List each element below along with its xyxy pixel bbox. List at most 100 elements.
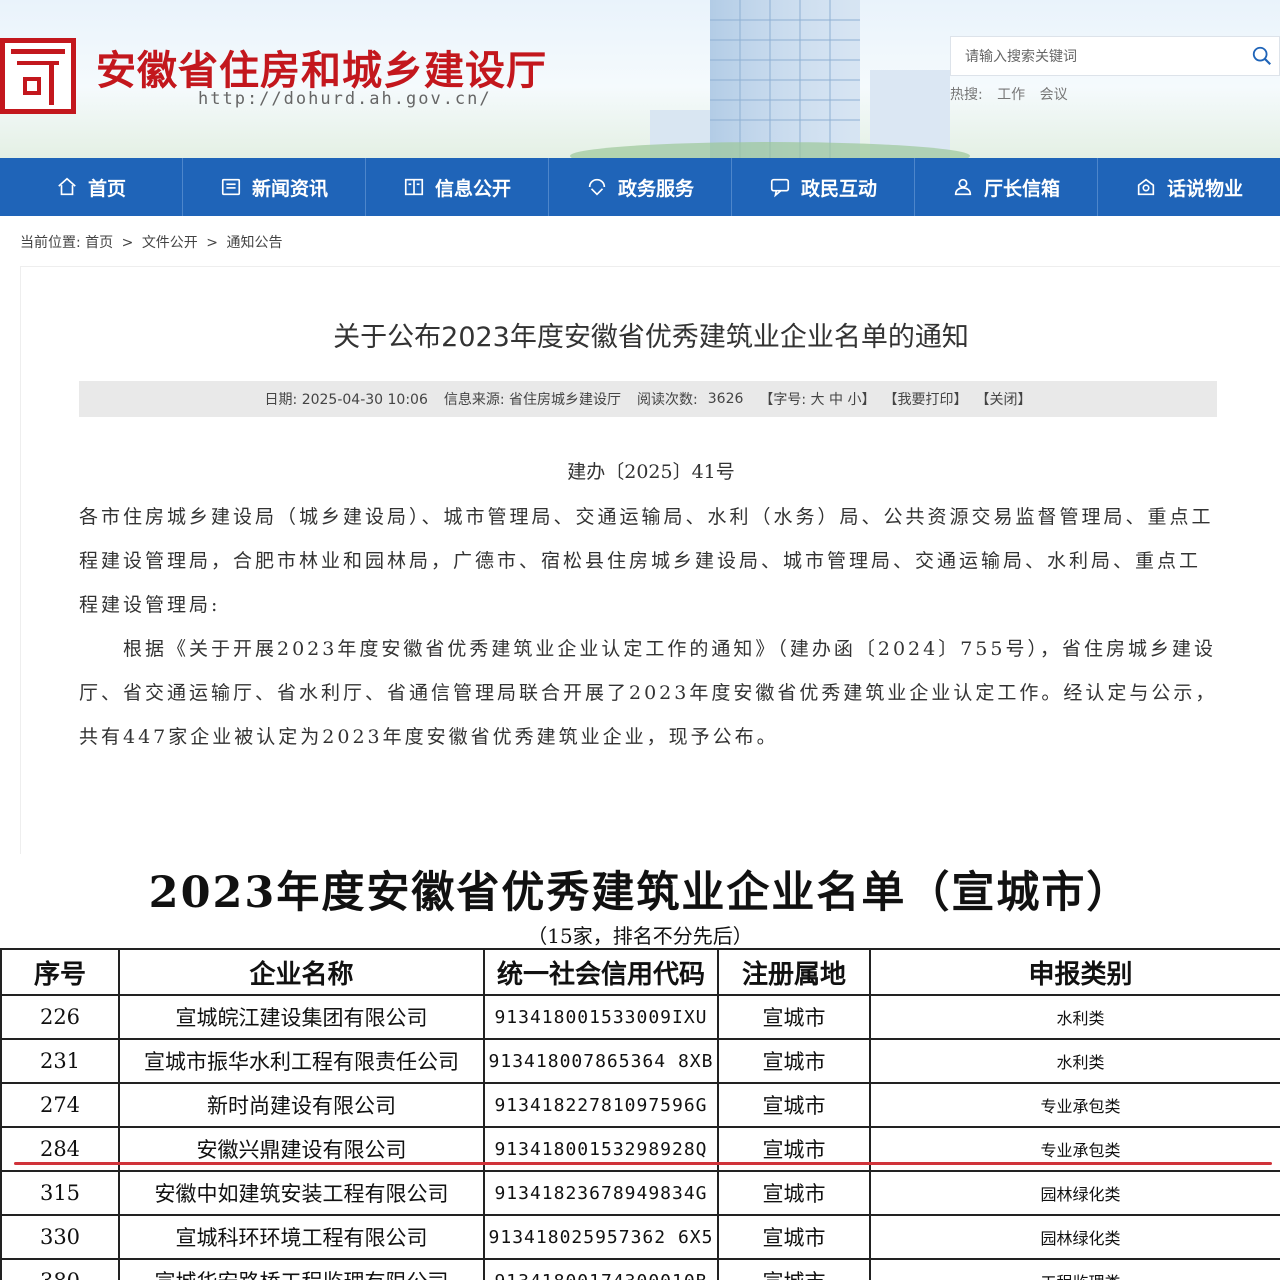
table-row: 330 宣城科环环境工程有限公司 913418025957362 6X5 宣城市 园林绿…: [0, 1214, 1280, 1260]
site-title: 安徽省住房和城乡建设厅: [96, 47, 547, 94]
article-date: 日期: 2025-04-30 10:06: [264, 392, 428, 408]
category: 水利类: [869, 1038, 1280, 1084]
credit-code: 91341823678949834G: [483, 1170, 719, 1216]
table-body: 226 宣城皖江建设集团有限公司 913418001533009IXU 宣城市 水利类 2…: [0, 994, 1280, 1280]
table-row: 380宣城华安路桥工程监理有限公司91341800174300010B宣城市工程…: [0, 1258, 1280, 1280]
chat-icon: [770, 178, 790, 198]
nav-item-home[interactable]: 首页: [0, 158, 183, 216]
column-header: 序号: [0, 948, 120, 996]
service-icon: [588, 178, 606, 196]
main-nav: 首页 新闻资讯 信息公开 政务服务 政民互动 厅长信箱 话说物业: [0, 158, 1280, 216]
building-banner-illustration: [570, 0, 970, 158]
hot-word-link[interactable]: 工作: [997, 87, 1025, 103]
column-header: 统一社会信用代码: [483, 948, 719, 996]
addressees-paragraph: 各市住房城乡建设局（城乡建设局）、城市管理局、交通运输局、水利（水务）局、公共资…: [79, 506, 1214, 616]
row-number: 380: [0, 1258, 120, 1280]
font-size-control[interactable]: 【字号: 大 中 小】: [759, 389, 875, 409]
book-icon: [404, 178, 424, 196]
breadcrumb-separator: >: [121, 235, 134, 251]
credit-code: 913418025957362 6X5: [483, 1214, 719, 1260]
row-number: 274: [0, 1082, 120, 1128]
column-header: 企业名称: [118, 948, 485, 996]
row-number: 315: [0, 1170, 120, 1216]
list-subtitle: （15家，排名不分先后）: [527, 924, 753, 948]
credit-code: 913418007865364 8XB: [483, 1038, 719, 1084]
enterprise-table: 序号 企业名称 统一社会信用代码 注册属地 申报类别 226 宣城皖江建设集团有限…: [0, 948, 1280, 1280]
hot-search: 热搜: 工作 会议: [950, 84, 1078, 104]
registered-city: 宣城市: [717, 1170, 871, 1216]
nav-item-label: 信息公开: [434, 177, 511, 200]
company-name: 宣城市振华水利工程有限责任公司: [118, 1038, 485, 1084]
nav-item-gov-services[interactable]: 政务服务: [549, 158, 732, 216]
article-source: 信息来源: 省住房城乡建设厅: [443, 392, 622, 408]
company-name: 宣城皖江建设集团有限公司: [118, 994, 485, 1040]
company-name: 安徽中如建筑安装工程有限公司: [118, 1170, 485, 1216]
table-row: 315 安徽中如建筑安装工程有限公司 91341823678949834G 宣城市 园林…: [0, 1170, 1280, 1216]
article-meta-bar: 日期: 2025-04-30 10:06 信息来源: 省住房城乡建设厅 阅读次数…: [79, 381, 1217, 417]
print-button[interactable]: 【我要打印】: [883, 389, 967, 409]
row-number: 330: [0, 1214, 120, 1260]
close-button[interactable]: 【关闭】: [975, 389, 1031, 409]
table-row: 231 宣城市振华水利工程有限责任公司 913418007865364 8XB 宣城市…: [0, 1038, 1280, 1084]
registered-city: 宣城市: [717, 1214, 871, 1260]
news-icon: [221, 178, 241, 196]
nav-item-label: 政民互动: [800, 177, 877, 200]
list-title: 2023年度安徽省优秀建筑业企业名单（宣城市）: [148, 868, 1132, 918]
row-number: 231: [0, 1038, 120, 1084]
table-row: 226 宣城皖江建设集团有限公司 913418001533009IXU 宣城市 水利类: [0, 994, 1280, 1040]
company-name: 新时尚建设有限公司: [118, 1082, 485, 1128]
breadcrumb-prefix: 当前位置:: [20, 235, 81, 251]
property-icon: [1137, 178, 1155, 196]
breadcrumb-item-home[interactable]: 首页: [85, 235, 113, 251]
registered-city: 宣城市: [717, 994, 871, 1040]
nav-item-label: 新闻资讯: [251, 177, 328, 200]
nav-item-news[interactable]: 新闻资讯: [183, 158, 366, 216]
search-box: [950, 36, 1280, 76]
table-header-row: 序号 企业名称 统一社会信用代码 注册属地 申报类别: [0, 948, 1280, 996]
hot-search-label: 热搜:: [950, 87, 983, 103]
hot-word-link[interactable]: 会议: [1040, 87, 1068, 103]
row-number: 226: [0, 994, 120, 1040]
registered-city: 宣城市: [717, 1258, 871, 1280]
article-views-label: 阅读次数:: [637, 392, 698, 408]
mailbox-icon: [954, 178, 972, 196]
category: 园林绿化类: [869, 1170, 1280, 1216]
registered-city: 宣城市: [717, 1082, 871, 1128]
article-title: 关于公布2023年度安徽省优秀建筑业企业名单的通知: [333, 322, 969, 353]
site-logo[interactable]: [0, 38, 76, 114]
column-header: 注册属地: [717, 948, 871, 996]
nav-item-label: 政务服务: [617, 177, 694, 200]
company-name: 宣城华安路桥工程监理有限公司: [118, 1258, 485, 1280]
nav-item-label: 厅长信箱: [983, 177, 1060, 200]
nav-item-interaction[interactable]: 政民互动: [732, 158, 915, 216]
document-number: 建办〔2025〕41号: [567, 461, 735, 483]
column-header: 申报类别: [869, 948, 1280, 996]
nav-item-label: 话说物业: [1166, 177, 1243, 200]
home-icon: [58, 177, 76, 196]
category: 专业承包类: [869, 1082, 1280, 1128]
site-header: 安徽省住房和城乡建设厅 http://dohurd.ah.gov.cn/ 热搜:…: [0, 0, 1280, 158]
nav-item-property-talk[interactable]: 话说物业: [1098, 158, 1280, 216]
body-paragraph: 根据《关于开展2023年度安徽省优秀建筑业企业认定工作的通知》（建办函〔2024…: [79, 638, 1218, 748]
highlight-underline: [14, 1162, 1272, 1165]
breadcrumb: 当前位置: 首页 > 文件公开 > 通知公告: [20, 232, 282, 252]
nav-item-info-disclosure[interactable]: 信息公开: [366, 158, 549, 216]
breadcrumb-item-notices[interactable]: 通知公告: [226, 235, 282, 251]
nav-item-label: 首页: [87, 177, 126, 200]
credit-code: 91341822781097596G: [483, 1082, 719, 1128]
credit-code: 91341800174300010B: [483, 1258, 719, 1280]
company-name: 宣城科环环境工程有限公司: [118, 1214, 485, 1260]
article-views-count: 3626: [707, 391, 744, 407]
breadcrumb-separator: >: [206, 235, 218, 251]
registered-city: 宣城市: [717, 1038, 871, 1084]
category: 园林绿化类: [869, 1214, 1280, 1260]
category: 水利类: [869, 994, 1280, 1040]
category: 工程监理类: [869, 1258, 1280, 1280]
nav-item-director-mailbox[interactable]: 厅长信箱: [915, 158, 1098, 216]
table-row: 274 新时尚建设有限公司 91341822781097596G 宣城市 专业承包类: [0, 1082, 1280, 1128]
search-input[interactable]: [965, 46, 1245, 68]
breadcrumb-item-files[interactable]: 文件公开: [142, 235, 198, 251]
search-icon[interactable]: [1251, 45, 1273, 67]
site-url: http://dohurd.ah.gov.cn/: [198, 89, 492, 109]
credit-code: 913418001533009IXU: [483, 994, 719, 1040]
